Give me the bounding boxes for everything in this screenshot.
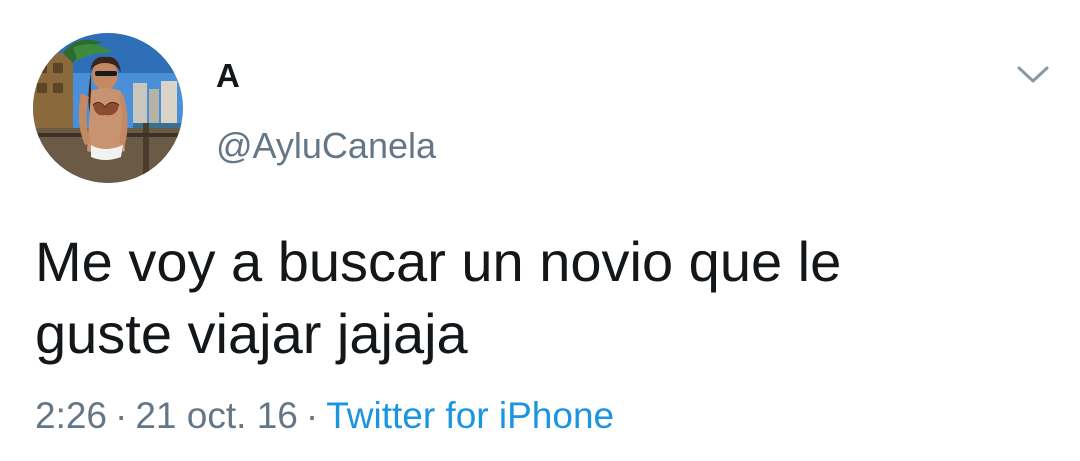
avatar-photo bbox=[33, 33, 183, 183]
user-handle[interactable]: @AyluCanela bbox=[216, 124, 436, 168]
tweet-time[interactable]: 2:26 bbox=[35, 395, 107, 436]
tweet-text-line: Me voy a buscar un novio que le bbox=[35, 230, 842, 293]
tweet-source-link[interactable]: Twitter for iPhone bbox=[326, 395, 614, 436]
chevron-down-icon[interactable] bbox=[1015, 60, 1051, 88]
tweet-text: Me voy a buscar un novio que le guste vi… bbox=[35, 226, 1035, 370]
tweet-card: A @AyluCanela Me voy a buscar un novio q… bbox=[0, 0, 1080, 461]
tweet-date[interactable]: 21 oct. 16 bbox=[135, 395, 298, 436]
tweet-text-line: guste viajar jajaja bbox=[35, 302, 468, 365]
avatar[interactable] bbox=[33, 33, 183, 183]
separator: · bbox=[115, 395, 128, 436]
display-name[interactable]: A bbox=[216, 56, 240, 96]
separator: · bbox=[305, 395, 319, 436]
tweet-meta: 2:26 · 21 oct. 16 · Twitter for iPhone bbox=[35, 392, 614, 440]
